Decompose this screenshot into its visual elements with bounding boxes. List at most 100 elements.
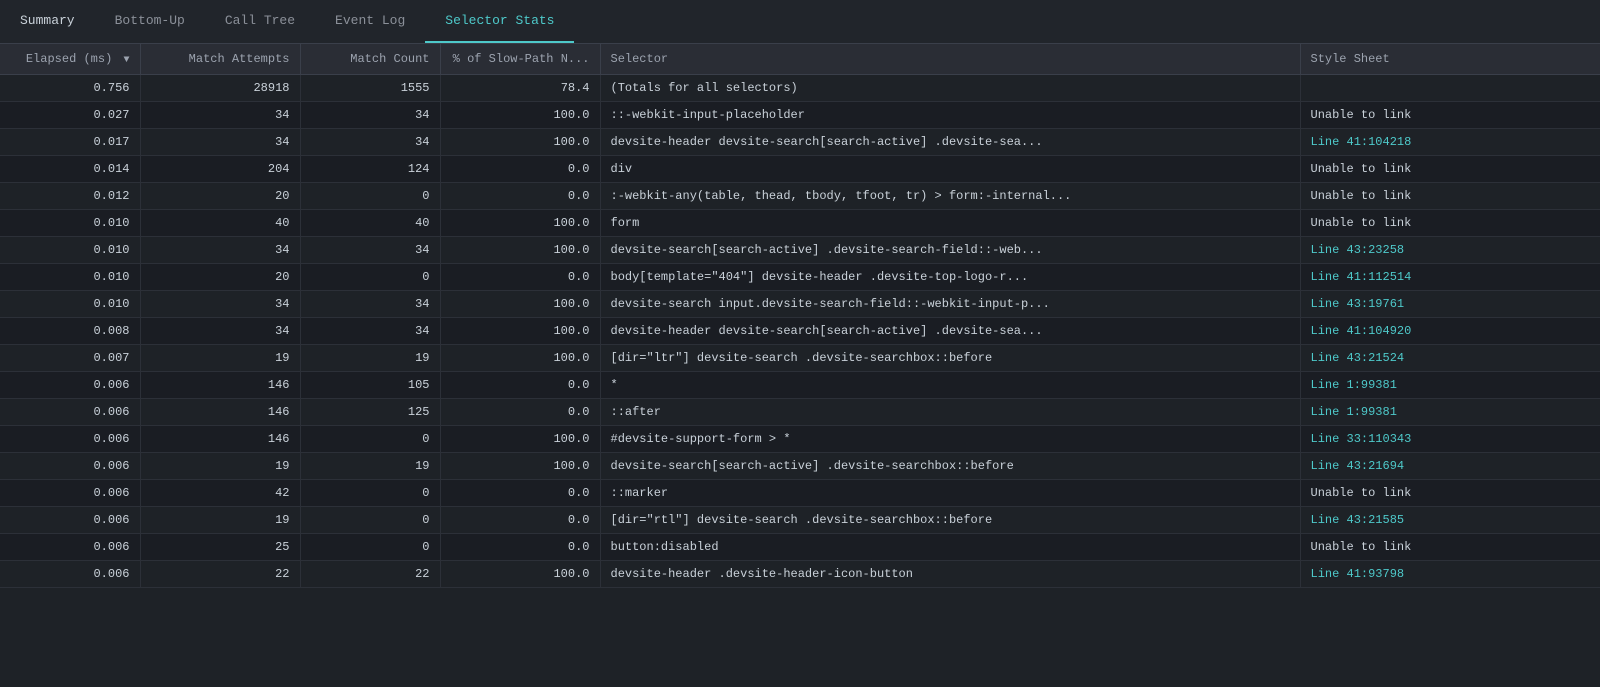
stylesheet-link[interactable]: Line 41:104218 — [1311, 135, 1412, 149]
row-7-cell-1: 20 — [140, 264, 300, 291]
table-row[interactable]: 0.0061461250.0::afterLine 1:99381 — [0, 399, 1600, 426]
tab-bottom-up[interactable]: Bottom-Up — [95, 0, 205, 43]
row-9-cell-0: 0.008 — [0, 318, 140, 345]
tab-summary[interactable]: Summary — [0, 0, 95, 43]
row-6-cell-4: devsite-search[search-active] .devsite-s… — [600, 237, 1300, 264]
col-header-match-attempts[interactable]: Match Attempts — [140, 44, 300, 75]
table-row[interactable]: 0.0142041240.0divUnable to link — [0, 156, 1600, 183]
row-1-cell-5: Unable to link — [1300, 102, 1600, 129]
sort-arrow-elapsed: ▼ — [123, 55, 129, 66]
row-12-cell-5[interactable]: Line 1:99381 — [1300, 399, 1600, 426]
row-10-cell-5[interactable]: Line 43:21524 — [1300, 345, 1600, 372]
table-row[interactable]: 0.0061919100.0devsite-search[search-acti… — [0, 453, 1600, 480]
row-16-cell-5[interactable]: Line 43:21585 — [1300, 507, 1600, 534]
row-8-cell-5[interactable]: Line 43:19761 — [1300, 291, 1600, 318]
row-3-cell-2: 124 — [300, 156, 440, 183]
table-row[interactable]: 0.0083434100.0devsite-header devsite-sea… — [0, 318, 1600, 345]
row-3-cell-0: 0.014 — [0, 156, 140, 183]
tab-call-tree[interactable]: Call Tree — [205, 0, 315, 43]
table-row[interactable]: 0.0103434100.0devsite-search[search-acti… — [0, 237, 1600, 264]
row-14-cell-4: devsite-search[search-active] .devsite-s… — [600, 453, 1300, 480]
tab-selector-stats[interactable]: Selector Stats — [425, 0, 574, 43]
row-10-cell-1: 19 — [140, 345, 300, 372]
row-15-cell-0: 0.006 — [0, 480, 140, 507]
row-8-cell-1: 34 — [140, 291, 300, 318]
tab-event-log[interactable]: Event Log — [315, 0, 425, 43]
row-7-cell-2: 0 — [300, 264, 440, 291]
row-2-cell-3: 100.0 — [440, 129, 600, 156]
row-10-cell-2: 19 — [300, 345, 440, 372]
row-4-cell-2: 0 — [300, 183, 440, 210]
stylesheet-link[interactable]: Line 41:112514 — [1311, 270, 1412, 284]
row-2-cell-1: 34 — [140, 129, 300, 156]
row-13-cell-3: 100.0 — [440, 426, 600, 453]
row-2-cell-5[interactable]: Line 41:104218 — [1300, 129, 1600, 156]
row-5-cell-5: Unable to link — [1300, 210, 1600, 237]
row-7-cell-5[interactable]: Line 41:112514 — [1300, 264, 1600, 291]
row-18-cell-5[interactable]: Line 41:93798 — [1300, 561, 1600, 588]
row-3-cell-5: Unable to link — [1300, 156, 1600, 183]
row-9-cell-1: 34 — [140, 318, 300, 345]
stylesheet-link[interactable]: Line 43:21524 — [1311, 351, 1405, 365]
row-12-cell-3: 0.0 — [440, 399, 600, 426]
stylesheet-link[interactable]: Line 43:19761 — [1311, 297, 1405, 311]
table-row[interactable]: 0.0104040100.0formUnable to link — [0, 210, 1600, 237]
row-12-cell-1: 146 — [140, 399, 300, 426]
row-16-cell-3: 0.0 — [440, 507, 600, 534]
table-row[interactable]: 0.0102000.0body[template="404"] devsite-… — [0, 264, 1600, 291]
stylesheet-link[interactable]: Line 1:99381 — [1311, 378, 1397, 392]
stylesheet-link[interactable]: Line 43:21694 — [1311, 459, 1405, 473]
row-13-cell-0: 0.006 — [0, 426, 140, 453]
row-13-cell-2: 0 — [300, 426, 440, 453]
row-0-cell-3: 78.4 — [440, 75, 600, 102]
table-row[interactable]: 0.0103434100.0devsite-search input.devsi… — [0, 291, 1600, 318]
col-header-elapsed[interactable]: Elapsed (ms) ▼ — [0, 44, 140, 75]
table-row[interactable]: 0.0173434100.0devsite-header devsite-sea… — [0, 129, 1600, 156]
stylesheet-link[interactable]: Line 41:104920 — [1311, 324, 1412, 338]
row-10-cell-0: 0.007 — [0, 345, 140, 372]
stylesheet-link[interactable]: Line 1:99381 — [1311, 405, 1397, 419]
stylesheet-link[interactable]: Line 33:110343 — [1311, 432, 1412, 446]
row-5-cell-2: 40 — [300, 210, 440, 237]
row-13-cell-5[interactable]: Line 33:110343 — [1300, 426, 1600, 453]
table-row[interactable]: 0.0061900.0[dir="rtl"] devsite-search .d… — [0, 507, 1600, 534]
stylesheet-link[interactable]: Line 41:93798 — [1311, 567, 1405, 581]
col-header-match-count[interactable]: Match Count — [300, 44, 440, 75]
col-header-selector[interactable]: Selector — [600, 44, 1300, 75]
row-18-cell-0: 0.006 — [0, 561, 140, 588]
row-4-cell-3: 0.0 — [440, 183, 600, 210]
row-14-cell-5[interactable]: Line 43:21694 — [1300, 453, 1600, 480]
table-row[interactable]: 0.0062222100.0devsite-header .devsite-he… — [0, 561, 1600, 588]
col-header-stylesheet[interactable]: Style Sheet — [1300, 44, 1600, 75]
row-11-cell-5[interactable]: Line 1:99381 — [1300, 372, 1600, 399]
col-header-slow-path[interactable]: % of Slow-Path N... — [440, 44, 600, 75]
row-6-cell-3: 100.0 — [440, 237, 600, 264]
row-0-cell-2: 1555 — [300, 75, 440, 102]
table-row[interactable]: 0.0061461050.0*Line 1:99381 — [0, 372, 1600, 399]
table-row[interactable]: 0.0071919100.0[dir="ltr"] devsite-search… — [0, 345, 1600, 372]
stylesheet-link[interactable]: Line 43:23258 — [1311, 243, 1405, 257]
row-11-cell-0: 0.006 — [0, 372, 140, 399]
row-4-cell-4: :-webkit-any(table, thead, tbody, tfoot,… — [600, 183, 1300, 210]
table-row[interactable]: 0.0064200.0::markerUnable to link — [0, 480, 1600, 507]
table-header-row: Elapsed (ms) ▼ Match Attempts Match Coun… — [0, 44, 1600, 75]
table-row[interactable]: 0.75628918155578.4(Totals for all select… — [0, 75, 1600, 102]
row-17-cell-3: 0.0 — [440, 534, 600, 561]
row-13-cell-1: 146 — [140, 426, 300, 453]
row-6-cell-5[interactable]: Line 43:23258 — [1300, 237, 1600, 264]
table-row[interactable]: 0.0061460100.0#devsite-support-form > *L… — [0, 426, 1600, 453]
row-12-cell-4: ::after — [600, 399, 1300, 426]
row-1-cell-3: 100.0 — [440, 102, 600, 129]
table-row[interactable]: 0.0062500.0button:disabledUnable to link — [0, 534, 1600, 561]
row-16-cell-4: [dir="rtl"] devsite-search .devsite-sear… — [600, 507, 1300, 534]
stylesheet-link[interactable]: Line 43:21585 — [1311, 513, 1405, 527]
row-11-cell-3: 0.0 — [440, 372, 600, 399]
table-row[interactable]: 0.0122000.0:-webkit-any(table, thead, tb… — [0, 183, 1600, 210]
row-9-cell-5[interactable]: Line 41:104920 — [1300, 318, 1600, 345]
row-12-cell-2: 125 — [300, 399, 440, 426]
row-8-cell-3: 100.0 — [440, 291, 600, 318]
row-5-cell-1: 40 — [140, 210, 300, 237]
table-container[interactable]: Elapsed (ms) ▼ Match Attempts Match Coun… — [0, 44, 1600, 687]
row-4-cell-5: Unable to link — [1300, 183, 1600, 210]
table-row[interactable]: 0.0273434100.0::-webkit-input-placeholde… — [0, 102, 1600, 129]
